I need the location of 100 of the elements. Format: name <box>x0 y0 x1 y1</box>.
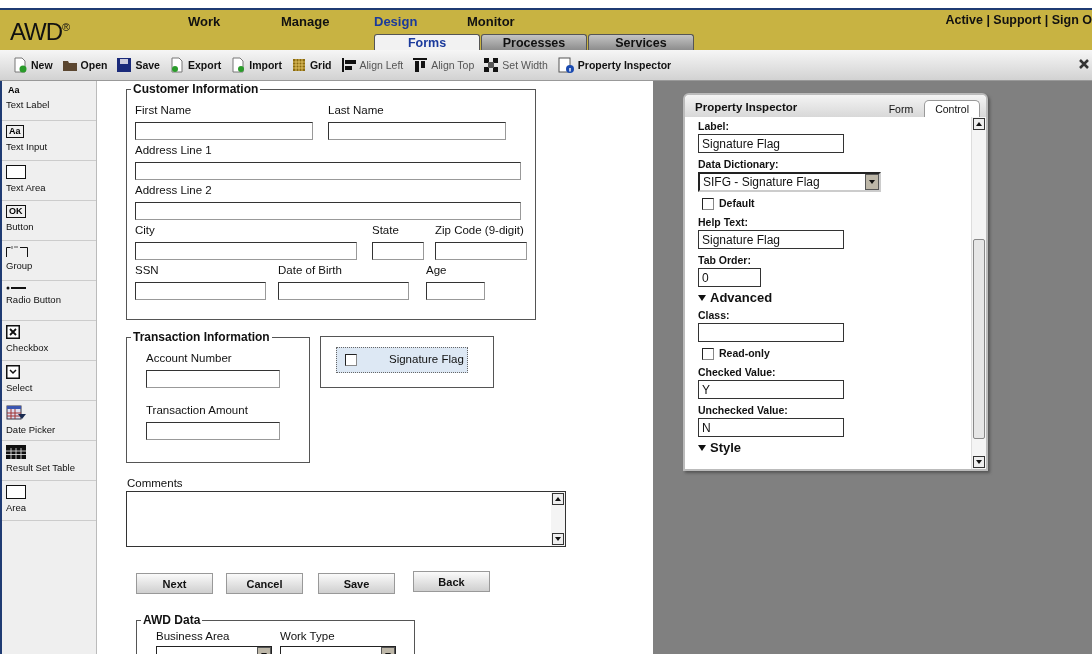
checkbox[interactable] <box>702 347 714 360</box>
property-select[interactable]: SIFG - Signature Flag <box>698 172 881 192</box>
input-field[interactable] <box>426 282 485 300</box>
blank-box-icon <box>6 485 26 499</box>
table-icon <box>6 445 26 459</box>
field-label: State <box>372 224 400 238</box>
nav-tab[interactable]: Manage <box>281 14 374 29</box>
panel-tab[interactable]: Form <box>877 100 925 117</box>
toolbar-button[interactable]: Property Inspector <box>556 56 672 74</box>
field-label: City <box>135 224 156 238</box>
property-field[interactable]: 0 <box>698 268 761 287</box>
input-field[interactable] <box>135 162 521 180</box>
comments-field[interactable] <box>126 491 566 547</box>
checkbox-label: Signature Flag <box>389 353 464 367</box>
awd-logo: AWD$^{®}$ <box>9 17 71 47</box>
toolbar-button[interactable]: Grid <box>290 57 332 73</box>
input-field[interactable] <box>135 122 313 140</box>
input-field[interactable] <box>278 282 409 300</box>
text-label-icon: Aa <box>6 85 22 96</box>
sub-tab[interactable]: Services <box>588 34 694 50</box>
sub-tab[interactable]: Processes <box>481 34 587 50</box>
palette-item[interactable]: Select <box>2 361 96 401</box>
nav-tab[interactable]: Work <box>188 14 281 29</box>
field-label: Last Name <box>328 104 385 118</box>
toolbar-button[interactable]: Export <box>168 57 222 73</box>
toolbar-button[interactable]: Open <box>61 57 108 73</box>
field-label: SSN <box>135 264 160 278</box>
field-label: Date of Birth <box>278 264 343 278</box>
panel-tab[interactable]: Control <box>924 100 980 117</box>
caret-icon <box>698 294 706 301</box>
form-button[interactable]: Back <box>413 571 490 592</box>
group-title: Transaction Information <box>131 330 272 344</box>
checkbox[interactable] <box>702 197 714 210</box>
input-field[interactable] <box>146 422 280 440</box>
toolbar-button[interactable]: Save <box>116 57 160 73</box>
form-button[interactable]: Cancel <box>226 573 303 594</box>
checkbox[interactable] <box>345 354 357 366</box>
nav-tab[interactable]: Monitor <box>467 14 560 29</box>
palette-item[interactable]: Aa Text Label <box>2 81 96 121</box>
palette-item[interactable]: Checkbox <box>2 321 96 361</box>
section-toggle[interactable]: Advanced <box>698 290 971 305</box>
close-icon[interactable] <box>1079 59 1089 69</box>
field-label: Comments <box>127 477 183 491</box>
signature-flag-control[interactable]: Signature Flag <box>336 347 468 373</box>
property-field[interactable]: N <box>698 418 844 437</box>
property-label: Checked Value: <box>698 366 777 379</box>
checkbox-label: Default <box>719 197 755 210</box>
property-field[interactable]: Y <box>698 380 844 399</box>
toolbar-button[interactable]: New <box>12 57 53 73</box>
header-links[interactable]: Active | Support | Sign O <box>945 13 1092 27</box>
form-button[interactable]: Next <box>136 573 213 594</box>
set-width-icon <box>483 57 500 73</box>
align-left-icon <box>340 57 357 73</box>
palette-item[interactable]: Aa Text Input <box>2 121 96 161</box>
scroll-down-icon[interactable] <box>972 455 986 469</box>
input-field[interactable] <box>135 282 266 300</box>
checkbox-label: Read-only <box>719 347 770 360</box>
scroll-up-icon[interactable] <box>551 492 565 506</box>
input-field[interactable] <box>372 242 424 260</box>
input-field[interactable] <box>135 242 357 260</box>
import-document-icon <box>230 57 247 73</box>
scroll-up-icon[interactable] <box>972 117 986 131</box>
property-field[interactable]: Signature Flag <box>698 134 844 153</box>
sub-tab[interactable]: Forms <box>374 34 480 50</box>
caret-icon <box>698 444 706 451</box>
input-field[interactable] <box>146 370 280 388</box>
scrollbar-thumb[interactable] <box>973 238 985 439</box>
new-document-icon <box>12 57 28 73</box>
field-label: Business Area <box>156 630 231 644</box>
form-button[interactable]: Save <box>318 573 395 594</box>
field-label: Address Line 1 <box>135 144 213 158</box>
palette-item[interactable]: Text Area <box>2 161 96 201</box>
field-label: Work Type <box>280 630 336 644</box>
palette-item[interactable]: Area <box>2 481 96 521</box>
palette-item[interactable]: Group <box>2 241 96 281</box>
nav-tab[interactable]: Design <box>374 14 467 29</box>
input-field[interactable] <box>135 202 521 220</box>
section-toggle[interactable]: Style <box>698 440 971 455</box>
palette-item[interactable]: Date Picker <box>2 401 96 441</box>
panel-title: Property Inspector <box>695 101 798 115</box>
button-icon: OK <box>6 205 26 218</box>
property-field[interactable]: Signature Flag <box>698 230 844 249</box>
palette-item[interactable]: OK Button <box>2 201 96 241</box>
property-label: Help Text: <box>698 216 749 229</box>
export-document-icon <box>168 57 185 73</box>
property-field[interactable] <box>698 323 844 342</box>
field-label: Zip Code (9-digit) <box>435 224 525 238</box>
radio-line-icon <box>6 285 26 291</box>
scroll-down-icon[interactable] <box>551 532 565 546</box>
clipboard-info-icon <box>556 56 575 74</box>
input-field[interactable] <box>328 122 506 140</box>
palette-item[interactable]: Result Set Table <box>2 441 96 481</box>
toolbar-button[interactable]: Import <box>230 57 282 73</box>
group-frame-icon <box>6 245 28 257</box>
property-label: Class: <box>698 309 731 322</box>
property-label: Tab Order: <box>698 254 752 267</box>
property-label: Unchecked Value: <box>698 404 789 417</box>
field-label: Address Line 2 <box>135 184 213 198</box>
input-field[interactable] <box>435 242 527 260</box>
palette-item[interactable]: Radio Button <box>2 281 96 321</box>
